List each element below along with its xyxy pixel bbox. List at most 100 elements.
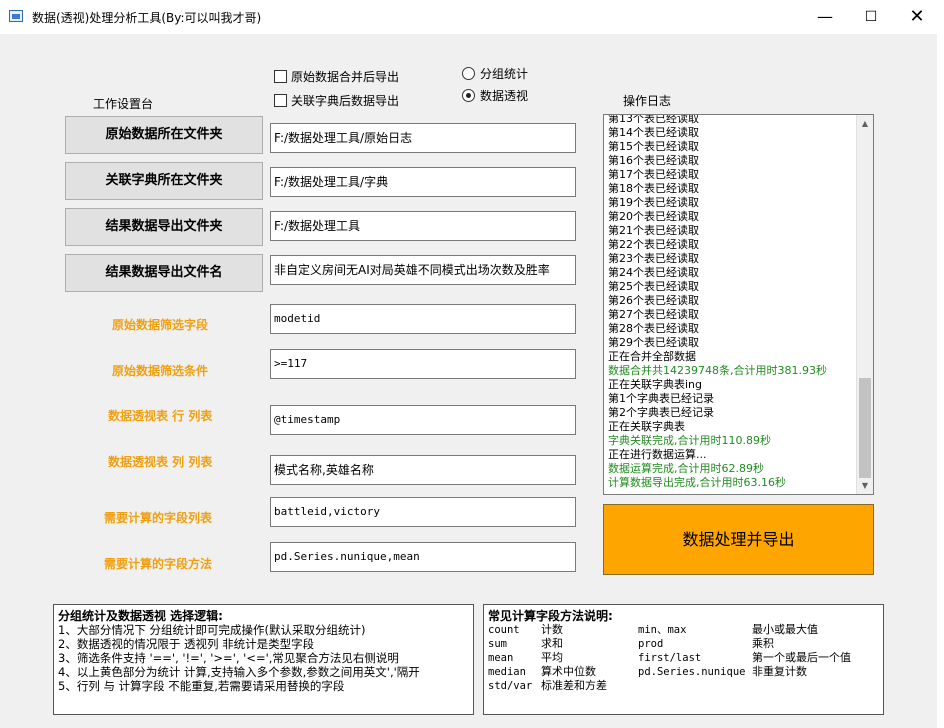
log-line: 数据合并共14239748条,合计用时381.93秒 xyxy=(608,364,827,377)
dict-folder-input[interactable]: F:/数据处理工具/字典 xyxy=(270,167,576,197)
export-folder-input[interactable]: F:/数据处理工具 xyxy=(270,211,576,241)
run-export-button[interactable]: 数据处理并导出 xyxy=(603,504,874,575)
method-name: sum xyxy=(488,638,507,650)
scroll-up-icon[interactable]: ▲ xyxy=(857,115,873,132)
logic-line: 4、以上黄色部分为统计 计算,支持输入多个参数,参数之间用英文','隔开 xyxy=(58,665,420,679)
log-line: 正在进行数据运算... xyxy=(608,448,707,461)
window-title: 数据(透视)处理分析工具(By:可以叫我才哥) xyxy=(32,11,262,25)
export-folder-button[interactable]: 结果数据导出文件夹 xyxy=(65,208,263,246)
log-line: 第15个表已经读取 xyxy=(608,140,699,153)
log-line: 第2个字典表已经记录 xyxy=(608,406,714,419)
mode-group-label: 分组统计 xyxy=(480,67,529,81)
log-line: 正在关联字典表 xyxy=(608,420,685,433)
log-line: 第13个表已经读取 xyxy=(608,114,699,125)
raw-folder-button[interactable]: 原始数据所在文件夹 xyxy=(65,116,263,154)
pivot-rows-label: 数据透视表 行 列表 xyxy=(108,409,213,423)
pivot-columns-input[interactable]: 模式名称,英雄名称 xyxy=(270,455,576,485)
dict-export-label: 关联字典后数据导出 xyxy=(291,94,400,108)
logic-line: 5、行列 与 计算字段 不能重复,若需要请采用替换的字段 xyxy=(58,679,345,693)
log-line: 第29个表已经读取 xyxy=(608,336,699,349)
raw-folder-input[interactable]: F:/数据处理工具/原始日志 xyxy=(270,123,576,153)
calc-fields-label: 需要计算的字段列表 xyxy=(104,511,213,525)
merge-export-label: 原始数据合并后导出 xyxy=(291,70,400,84)
log-line: 第23个表已经读取 xyxy=(608,252,699,265)
method-desc: 求和 xyxy=(541,637,563,650)
logic-line: 1、大部分情况下 分组统计即可完成操作(默认采取分组统计) xyxy=(58,623,366,637)
logic-panel-title: 分组统计及数据透视 选择逻辑: xyxy=(58,609,223,623)
minimize-button[interactable]: — xyxy=(802,0,848,34)
log-line: 第22个表已经读取 xyxy=(608,238,699,251)
log-line: 数据运算完成,合计用时62.89秒 xyxy=(608,462,764,475)
mode-pivot-radio[interactable]: 数据透视 xyxy=(462,87,528,104)
method-name: prod xyxy=(638,638,664,650)
method-desc: 平均 xyxy=(541,651,563,664)
log-line: 第21个表已经读取 xyxy=(608,224,699,237)
method-name: std/var xyxy=(488,680,533,692)
log-line: 第28个表已经读取 xyxy=(608,322,699,335)
method-name: pd.Series.nunique xyxy=(638,666,746,678)
log-line: 计算数据导出完成,合计用时63.16秒 xyxy=(608,476,786,489)
log-line: 第1个字典表已经记录 xyxy=(608,392,714,405)
log-line: 第16个表已经读取 xyxy=(608,154,699,167)
filter-field-label: 原始数据筛选字段 xyxy=(112,318,209,332)
export-filename-button[interactable]: 结果数据导出文件名 xyxy=(65,254,263,292)
merge-export-checkbox[interactable]: 原始数据合并后导出 xyxy=(274,68,399,85)
method-desc: 非重复计数 xyxy=(752,665,807,678)
dict-export-checkbox[interactable]: 关联字典后数据导出 xyxy=(274,92,399,109)
log-line: 第19个表已经读取 xyxy=(608,196,699,209)
method-name: min、max xyxy=(638,624,687,636)
log-lines: 第13个表已经读取 第14个表已经读取 第15个表已经读取 第16个表已经读取 第17个… xyxy=(608,114,856,490)
methods-panel: 常见计算字段方法说明: count 计数 sum 求和 mean 平均 medi… xyxy=(483,604,884,715)
log-line: 正在关联字典表ing xyxy=(608,378,703,391)
pivot-rows-input[interactable]: @timestamp xyxy=(270,405,576,435)
title-bar: 数据(透视)处理分析工具(By:可以叫我才哥) — ☐ ✕ xyxy=(0,0,944,34)
logic-panel: 分组统计及数据透视 选择逻辑: 1、大部分情况下 分组统计即可完成操作(默认采取… xyxy=(53,604,474,715)
log-line: 第25个表已经读取 xyxy=(608,280,699,293)
log-line: 正在合并全部数据 xyxy=(608,350,696,363)
checkbox-box[interactable] xyxy=(274,70,287,83)
close-button[interactable]: ✕ xyxy=(894,0,940,34)
workspace-label: 工作设置台 xyxy=(93,97,154,111)
method-desc: 乘积 xyxy=(752,637,774,650)
method-desc: 最小或最大值 xyxy=(752,623,818,636)
log-line: 第17个表已经读取 xyxy=(608,168,699,181)
app-icon xyxy=(9,10,23,22)
method-name: count xyxy=(488,624,520,636)
checkbox-box[interactable] xyxy=(274,94,287,107)
operation-log[interactable]: 第13个表已经读取 第14个表已经读取 第15个表已经读取 第16个表已经读取 第17个… xyxy=(603,114,874,495)
mode-group-radio[interactable]: 分组统计 xyxy=(462,65,528,82)
radio-dot-selected[interactable] xyxy=(462,89,475,102)
scroll-down-icon[interactable]: ▼ xyxy=(857,477,873,494)
log-line: 第24个表已经读取 xyxy=(608,266,699,279)
method-name: first/last xyxy=(638,652,702,664)
log-line: 字典关联完成,合计用时110.89秒 xyxy=(608,434,771,447)
calc-fields-input[interactable]: battleid,victory xyxy=(270,497,576,527)
filter-field-input[interactable]: modetid xyxy=(270,304,576,334)
log-line: 第27个表已经读取 xyxy=(608,308,699,321)
method-desc: 标准差和方差 xyxy=(541,679,607,692)
dict-folder-button[interactable]: 关联字典所在文件夹 xyxy=(65,162,263,200)
logic-line: 3、筛选条件支持 '==', '!=', '>=', '<=',常见聚合方法见右… xyxy=(58,651,399,665)
logic-line: 2、数据透视的情况限于 透视列 非统计是类型字段 xyxy=(58,637,315,651)
method-desc: 第一个或最后一个值 xyxy=(752,651,851,664)
export-filename-input[interactable]: 非自定义房间无AI对局英雄不同模式出场次数及胜率 xyxy=(270,255,576,285)
log-line: 第18个表已经读取 xyxy=(608,182,699,195)
log-line: 第20个表已经读取 xyxy=(608,210,699,223)
filter-condition-input[interactable]: >=117 xyxy=(270,349,576,379)
radio-dot[interactable] xyxy=(462,67,475,80)
log-line: 第14个表已经读取 xyxy=(608,126,699,139)
pivot-columns-label: 数据透视表 列 列表 xyxy=(108,455,213,469)
methods-panel-title: 常见计算字段方法说明: xyxy=(488,609,613,623)
mode-pivot-label: 数据透视 xyxy=(480,89,529,103)
window-edge xyxy=(937,34,944,728)
scroll-thumb[interactable] xyxy=(859,378,871,478)
log-scrollbar[interactable]: ▲ ▼ xyxy=(856,115,873,494)
maximize-button[interactable]: ☐ xyxy=(848,0,894,34)
method-desc: 计数 xyxy=(541,623,563,636)
method-name: median xyxy=(488,666,526,678)
log-label: 操作日志 xyxy=(623,94,672,108)
log-line: 第26个表已经读取 xyxy=(608,294,699,307)
method-desc: 算术中位数 xyxy=(541,665,596,678)
method-name: mean xyxy=(488,652,514,664)
calc-methods-input[interactable]: pd.Series.nunique,mean xyxy=(270,542,576,572)
